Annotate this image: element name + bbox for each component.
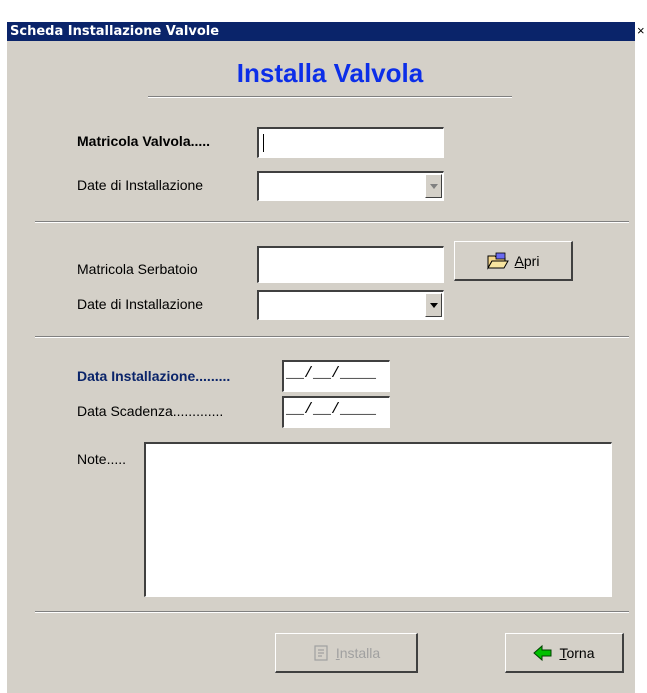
data-installazione-label: Data Installazione.........: [77, 368, 231, 384]
data-installazione-input[interactable]: __/__/____: [282, 360, 390, 392]
apri-label: Apri: [514, 252, 540, 269]
data-scadenza-input[interactable]: __/__/____: [282, 396, 390, 428]
dropdown-button[interactable]: [425, 293, 442, 317]
section-divider-1: [35, 221, 629, 223]
text-caret: [263, 134, 264, 152]
date-installazione-valvola-label: Date di Installazione: [77, 177, 204, 193]
installa-button[interactable]: Installa: [275, 633, 418, 673]
section-divider-3: [35, 611, 629, 613]
back-arrow-icon: [533, 644, 552, 661]
data-scadenza-label: Data Scadenza.............: [77, 403, 224, 419]
title-bar: Scheda Installazione Valvole: [7, 22, 635, 41]
torna-label: Torna: [559, 644, 595, 661]
title-divider: [148, 96, 512, 98]
installa-icon: [314, 644, 328, 661]
window-title: Scheda Installazione Valvole: [10, 24, 220, 39]
dropdown-button[interactable]: [425, 174, 442, 198]
matricola-valvola-label: Matricola Valvola.....: [77, 133, 211, 149]
folder-open-icon: [486, 252, 509, 270]
matricola-serbatoio-input[interactable]: [257, 246, 444, 283]
matricola-valvola-input[interactable]: [257, 127, 444, 158]
chevron-down-icon: [430, 303, 438, 308]
matricola-serbatoio-label: Matricola Serbatoio: [77, 261, 198, 277]
date-installazione-serbatoio-select[interactable]: [257, 290, 444, 320]
date-installazione-valvola-select[interactable]: [257, 171, 444, 201]
date-installazione-serbatoio-label: Date di Installazione: [77, 296, 204, 312]
close-icon[interactable]: ×: [637, 22, 647, 40]
chevron-down-icon: [430, 184, 438, 189]
apri-button[interactable]: Apri: [454, 241, 573, 281]
note-label: Note.....: [77, 451, 127, 467]
installa-label: Installa: [335, 644, 381, 661]
page-title: Installa Valvola: [236, 58, 424, 88]
section-divider-2: [35, 336, 629, 338]
torna-button[interactable]: Torna: [505, 633, 624, 673]
note-textarea[interactable]: [144, 442, 612, 597]
